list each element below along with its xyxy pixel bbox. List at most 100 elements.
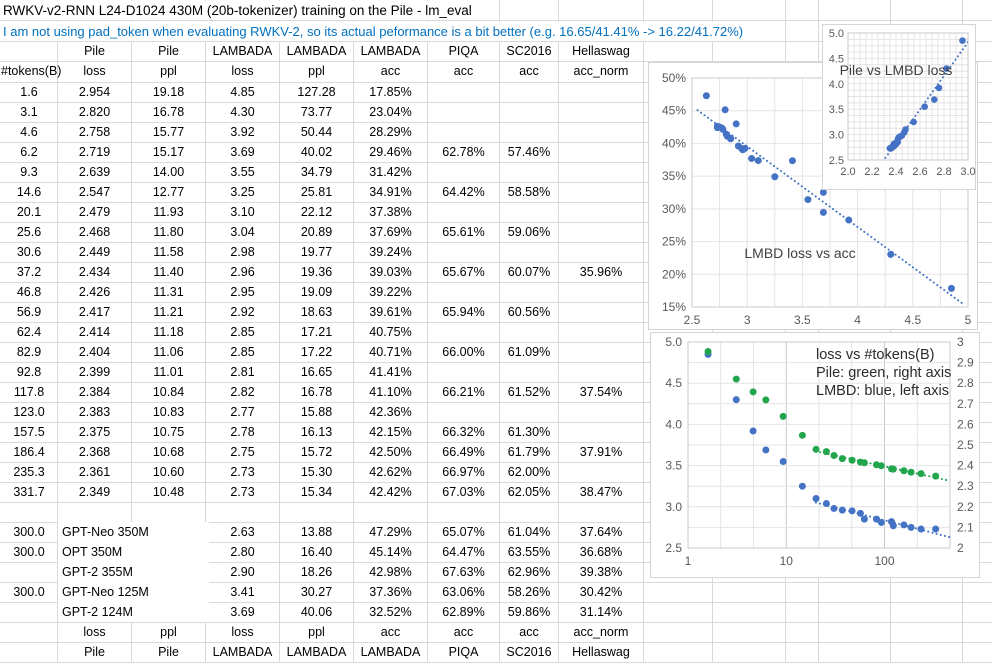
cell[interactable]: 58.26% bbox=[500, 582, 558, 602]
cell[interactable]: 66.21% bbox=[428, 382, 499, 402]
cell[interactable]: 11.93 bbox=[132, 202, 205, 222]
cell[interactable]: 9.3 bbox=[1, 162, 57, 182]
cell[interactable]: 2.404 bbox=[58, 342, 131, 362]
cell[interactable]: 19.36 bbox=[280, 262, 353, 282]
cell[interactable]: 2.349 bbox=[58, 482, 131, 502]
cell[interactable]: 62.78% bbox=[428, 142, 499, 162]
cell[interactable]: 65.07% bbox=[428, 522, 499, 542]
cell[interactable]: 34.79 bbox=[280, 162, 353, 182]
cell[interactable]: loss bbox=[58, 61, 131, 81]
cell[interactable]: 64.42% bbox=[428, 182, 499, 202]
cell[interactable]: 123.0 bbox=[1, 402, 57, 422]
cell[interactable]: 66.00% bbox=[428, 342, 499, 362]
cell[interactable]: ppl bbox=[132, 61, 205, 81]
cell[interactable]: 10.84 bbox=[132, 382, 205, 402]
cell[interactable]: acc_norm bbox=[559, 622, 643, 642]
cell[interactable]: 15.30 bbox=[280, 462, 353, 482]
cell[interactable]: 67.03% bbox=[428, 482, 499, 502]
cell[interactable]: 2.719 bbox=[58, 142, 131, 162]
cell[interactable]: 66.32% bbox=[428, 422, 499, 442]
cell[interactable]: 235.3 bbox=[1, 462, 57, 482]
cell[interactable]: 2.73 bbox=[206, 482, 279, 502]
cell[interactable]: 42.50% bbox=[354, 442, 427, 462]
cell[interactable]: 127.28 bbox=[280, 82, 353, 102]
cell[interactable]: 117.8 bbox=[1, 382, 57, 402]
cell[interactable]: 2.479 bbox=[58, 202, 131, 222]
cell[interactable]: 39.22% bbox=[354, 282, 427, 302]
cell[interactable]: 30.27 bbox=[280, 582, 353, 602]
cell[interactable]: 4.30 bbox=[206, 102, 279, 122]
cell[interactable]: 56.9 bbox=[1, 302, 57, 322]
cell[interactable]: SC2016 bbox=[500, 41, 558, 61]
cell[interactable]: 65.67% bbox=[428, 262, 499, 282]
cell[interactable]: Pile bbox=[58, 642, 131, 662]
cell[interactable]: 47.29% bbox=[354, 522, 427, 542]
cell[interactable]: 35.96% bbox=[559, 262, 643, 282]
cell[interactable]: 37.2 bbox=[1, 262, 57, 282]
cell[interactable]: Pile bbox=[132, 41, 205, 61]
cell[interactable]: 62.4 bbox=[1, 322, 57, 342]
cell[interactable]: LAMBADA bbox=[280, 642, 353, 662]
cell[interactable]: 2.73 bbox=[206, 462, 279, 482]
cell[interactable]: 39.24% bbox=[354, 242, 427, 262]
cell[interactable]: 13.88 bbox=[280, 522, 353, 542]
cell[interactable]: 20.89 bbox=[280, 222, 353, 242]
cell[interactable]: 2.434 bbox=[58, 262, 131, 282]
cell[interactable]: acc bbox=[500, 61, 558, 81]
cell[interactable]: 2.85 bbox=[206, 342, 279, 362]
cell[interactable]: 92.8 bbox=[1, 362, 57, 382]
cell[interactable]: 82.9 bbox=[1, 342, 57, 362]
cell[interactable]: Hellaswag bbox=[559, 642, 643, 662]
cell[interactable]: PIQA bbox=[428, 41, 499, 61]
cell[interactable]: 31.42% bbox=[354, 162, 427, 182]
cell[interactable]: 39.61% bbox=[354, 302, 427, 322]
cell[interactable]: 4.6 bbox=[1, 122, 57, 142]
cell[interactable]: 14.6 bbox=[1, 182, 57, 202]
cell[interactable]: 32.52% bbox=[354, 602, 427, 622]
cell[interactable]: 61.52% bbox=[500, 382, 558, 402]
cell[interactable]: 15.34 bbox=[280, 482, 353, 502]
cell[interactable]: ppl bbox=[280, 61, 353, 81]
cell[interactable]: Pile bbox=[132, 642, 205, 662]
cell[interactable]: loss bbox=[206, 622, 279, 642]
cell[interactable]: 2.78 bbox=[206, 422, 279, 442]
cell[interactable]: 2.399 bbox=[58, 362, 131, 382]
cell[interactable]: acc bbox=[428, 61, 499, 81]
cell[interactable]: 16.65 bbox=[280, 362, 353, 382]
cell[interactable]: acc bbox=[354, 622, 427, 642]
cell[interactable]: 2.95 bbox=[206, 282, 279, 302]
cell[interactable]: 300.0 bbox=[1, 542, 57, 562]
cell[interactable]: 17.22 bbox=[280, 342, 353, 362]
cell[interactable]: 11.06 bbox=[132, 342, 205, 362]
cell[interactable]: 31.14% bbox=[559, 602, 643, 622]
cell[interactable]: 61.04% bbox=[500, 522, 558, 542]
cell[interactable]: 62.96% bbox=[500, 562, 558, 582]
cell[interactable]: 12.77 bbox=[132, 182, 205, 202]
cell[interactable]: 60.56% bbox=[500, 302, 558, 322]
cell[interactable]: 2.77 bbox=[206, 402, 279, 422]
cell[interactable]: 3.10 bbox=[206, 202, 279, 222]
cell[interactable]: loss bbox=[58, 622, 131, 642]
cell[interactable]: 11.31 bbox=[132, 282, 205, 302]
cell[interactable]: 73.77 bbox=[280, 102, 353, 122]
cell[interactable]: Hellaswag bbox=[559, 41, 643, 61]
cell[interactable]: 37.54% bbox=[559, 382, 643, 402]
cell[interactable]: 15.17 bbox=[132, 142, 205, 162]
cell[interactable]: 42.15% bbox=[354, 422, 427, 442]
cell[interactable]: 58.58% bbox=[500, 182, 558, 202]
cell[interactable]: 65.94% bbox=[428, 302, 499, 322]
cell[interactable]: 186.4 bbox=[1, 442, 57, 462]
cell[interactable]: 2.820 bbox=[58, 102, 131, 122]
cell[interactable]: 2.92 bbox=[206, 302, 279, 322]
cell[interactable]: acc bbox=[428, 622, 499, 642]
cell[interactable]: 3.69 bbox=[206, 602, 279, 622]
cell[interactable]: 11.80 bbox=[132, 222, 205, 242]
cell[interactable]: 2.547 bbox=[58, 182, 131, 202]
cell[interactable]: 10.48 bbox=[132, 482, 205, 502]
cell[interactable]: 42.98% bbox=[354, 562, 427, 582]
cell[interactable]: 2.85 bbox=[206, 322, 279, 342]
cell[interactable]: 64.47% bbox=[428, 542, 499, 562]
cell[interactable]: 3.92 bbox=[206, 122, 279, 142]
cell[interactable]: 25.6 bbox=[1, 222, 57, 242]
cell[interactable]: 15.88 bbox=[280, 402, 353, 422]
